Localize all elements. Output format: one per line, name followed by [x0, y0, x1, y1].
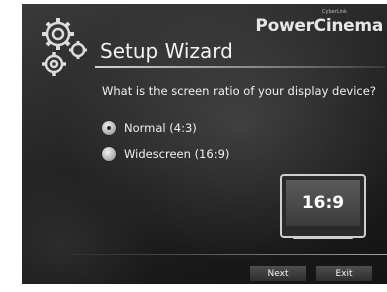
option-widescreen-label: Widescreen (16:9)	[124, 147, 230, 161]
brand-tagline: CyberLink	[322, 9, 347, 15]
option-normal-label: Normal (4:3)	[124, 121, 197, 135]
radio-unselected-icon[interactable]	[102, 147, 116, 161]
question-text: What is the screen ratio of your display…	[102, 84, 376, 98]
monitor-stand	[293, 236, 353, 239]
monitor-screen: 16:9	[286, 180, 360, 226]
monitor-icon: 16:9	[280, 174, 366, 238]
gears-icon	[42, 18, 87, 76]
option-normal[interactable]: Normal (4:3)	[102, 121, 197, 135]
exit-button[interactable]: Exit	[316, 266, 372, 281]
option-widescreen[interactable]: Widescreen (16:9)	[102, 147, 229, 161]
radio-selected-icon[interactable]	[102, 121, 116, 135]
title-divider	[95, 66, 385, 68]
ratio-preview-label: 16:9	[301, 193, 345, 213]
page-title: Setup Wizard	[100, 39, 233, 63]
setup-wizard-window: CyberLink PowerCinema Setup Wizard What …	[22, 4, 387, 284]
footer-divider	[72, 254, 387, 255]
next-button[interactable]: Next	[250, 266, 306, 281]
brand-logo: PowerCinema	[255, 16, 383, 36]
